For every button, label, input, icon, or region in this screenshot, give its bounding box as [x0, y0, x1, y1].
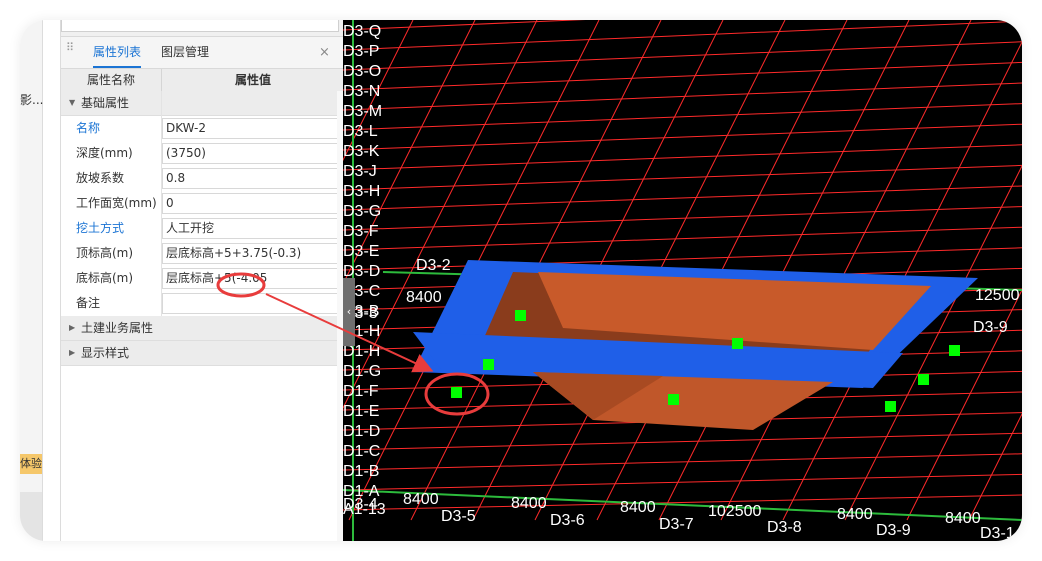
app-window: 影... 体验 ⠿ 属性列表 图层管理 × 属性名称 属性值 ▼ 基础属性 名称… — [20, 20, 1022, 541]
annotation-arrow — [265, 293, 434, 373]
annotation-circle-value — [216, 272, 266, 298]
annotation-overlay — [216, 272, 434, 373]
